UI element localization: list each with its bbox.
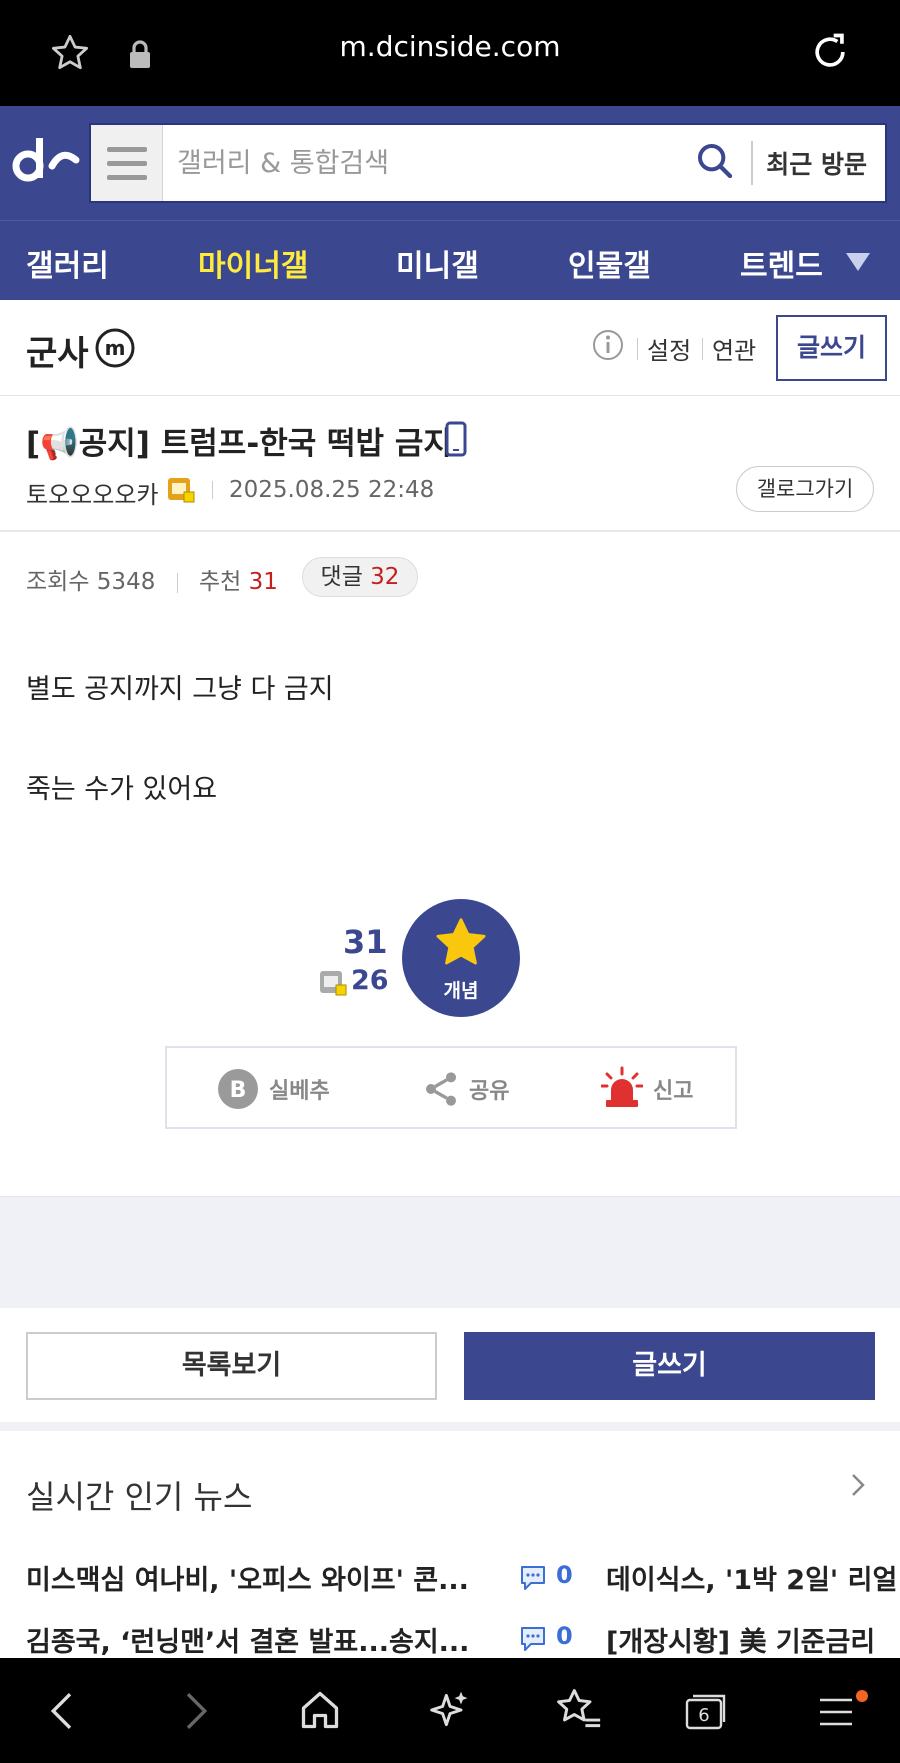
gallery-title-bar: 군사 m 설정 연관 글쓰기 bbox=[0, 300, 900, 396]
post-action-box: B 실베추 공유 신고 bbox=[165, 1046, 737, 1129]
settings-link[interactable]: 설정 bbox=[647, 331, 691, 366]
site-header: 최근 방문 bbox=[0, 106, 900, 220]
write-button-top[interactable]: 글쓰기 bbox=[776, 315, 887, 381]
forward-icon[interactable] bbox=[178, 1690, 212, 1732]
news-section-title: 실시간 인기 뉴스 bbox=[26, 1478, 253, 1516]
nav-item-minor-gallery[interactable]: 마이너갤 bbox=[198, 241, 308, 285]
recent-visit-button[interactable]: 최근 방문 bbox=[766, 145, 867, 181]
fixed-nick-icon bbox=[168, 478, 195, 503]
write-button[interactable]: 글쓰기 bbox=[464, 1332, 875, 1400]
reload-icon[interactable] bbox=[808, 30, 852, 74]
sparkle-icon[interactable] bbox=[428, 1688, 472, 1732]
divider bbox=[0, 530, 900, 532]
gallog-button[interactable]: 갤로그가기 bbox=[736, 466, 874, 512]
recommend-button[interactable]: 개념 bbox=[402, 899, 520, 1017]
search-box: 최근 방문 bbox=[89, 123, 887, 203]
main-nav: 갤러리 마이너갤 미니갤 인물갤 트렌드 bbox=[0, 220, 900, 300]
related-link[interactable]: 연관 bbox=[712, 331, 756, 366]
search-icon[interactable] bbox=[695, 141, 735, 181]
tab-count: 6 bbox=[698, 1705, 710, 1726]
nav-item-gallery[interactable]: 갤러리 bbox=[26, 241, 109, 285]
report-button[interactable]: 신고 bbox=[601, 1066, 731, 1112]
svg-text:m: m bbox=[105, 336, 126, 360]
chevron-right-icon[interactable] bbox=[848, 1470, 868, 1500]
comment-count-button[interactable]: 댓글 32 bbox=[302, 557, 418, 597]
menu-icon[interactable] bbox=[816, 1692, 856, 1732]
views-count: 5348 bbox=[96, 569, 156, 595]
fixed-nick-icon bbox=[320, 971, 347, 996]
news-item[interactable]: 데이식스, '1박 2일' 리얼 bbox=[606, 1558, 900, 1597]
comment-bubble-icon bbox=[521, 1566, 545, 1590]
browser-toolbar: m.dcinside.com bbox=[0, 0, 900, 106]
recommend-button-label: 개념 bbox=[443, 980, 479, 1002]
recommend-fixed-count: 26 bbox=[351, 965, 389, 996]
home-icon[interactable] bbox=[298, 1688, 342, 1732]
info-icon[interactable] bbox=[591, 328, 625, 362]
post-body-line: 별도 공지까지 그냥 다 금지 bbox=[26, 674, 334, 705]
b-icon: B bbox=[218, 1069, 258, 1109]
comment-count: 32 bbox=[370, 564, 400, 590]
address-bar-url[interactable]: m.dcinside.com bbox=[0, 30, 900, 63]
nav-dropdown-icon[interactable] bbox=[844, 251, 872, 273]
views-label: 조회수 bbox=[26, 569, 90, 595]
best-recommend-label: 실베추 bbox=[269, 1079, 330, 1104]
browser-bottom-bar: 6 bbox=[0, 1658, 900, 1763]
post-title: [📢공지] 트럼프-한국 떡밥 금지 bbox=[26, 426, 452, 462]
mobile-icon bbox=[445, 421, 467, 457]
comment-label: 댓글 bbox=[320, 564, 363, 590]
share-button[interactable]: 공유 bbox=[421, 1068, 571, 1112]
share-label: 공유 bbox=[469, 1079, 510, 1104]
news-item[interactable]: [개장시황] 美 기준금리 bbox=[606, 1620, 900, 1659]
news-comment-count: 0 bbox=[556, 1561, 573, 1589]
comment-bubble-icon bbox=[521, 1627, 545, 1651]
svg-text:B: B bbox=[230, 1078, 247, 1103]
list-view-button[interactable]: 목록보기 bbox=[26, 1332, 437, 1400]
tabs-button[interactable]: 6 bbox=[684, 1692, 730, 1732]
siren-icon bbox=[601, 1066, 643, 1107]
dcinside-logo[interactable] bbox=[12, 134, 84, 190]
bookmarks-icon[interactable] bbox=[554, 1686, 602, 1732]
divider bbox=[212, 481, 213, 499]
minor-gallery-badge-icon: m bbox=[95, 328, 135, 368]
divider bbox=[751, 141, 753, 185]
nav-item-trend[interactable]: 트렌드 bbox=[740, 241, 823, 285]
notification-dot bbox=[856, 1690, 868, 1702]
search-input[interactable] bbox=[177, 143, 637, 183]
gallery-title[interactable]: 군사 bbox=[26, 326, 89, 375]
nav-item-mini-gallery[interactable]: 미니갤 bbox=[396, 241, 479, 285]
best-recommend-button[interactable]: B 실베추 bbox=[217, 1068, 407, 1112]
post-stats: 조회수 5348 추천 31 bbox=[26, 562, 278, 596]
divider bbox=[0, 1422, 900, 1431]
recommend-count: 31 bbox=[248, 569, 278, 595]
recommend-label: 추천 bbox=[198, 569, 242, 595]
post-author[interactable]: 토오오오오카 bbox=[26, 475, 158, 510]
menu-button[interactable] bbox=[91, 125, 163, 201]
recommend-up-count: 31 bbox=[343, 923, 388, 961]
news-item[interactable]: 김종국, ‘런닝맨’서 결혼 발표...송지... bbox=[26, 1620, 476, 1659]
post-body-line: 죽는 수가 있어요 bbox=[26, 774, 218, 805]
divider bbox=[702, 338, 703, 360]
news-comment-count: 0 bbox=[556, 1622, 573, 1650]
report-label: 신고 bbox=[653, 1079, 694, 1104]
share-icon bbox=[426, 1072, 456, 1106]
ad-area bbox=[0, 1196, 900, 1308]
post-date: 2025.08.25 22:48 bbox=[229, 477, 435, 503]
star-icon bbox=[436, 918, 486, 965]
back-icon[interactable] bbox=[46, 1690, 80, 1732]
nav-item-person-gallery[interactable]: 인물갤 bbox=[568, 241, 651, 285]
divider bbox=[637, 338, 638, 360]
news-item[interactable]: 미스맥심 여나비, '오피스 와이프' 콘... bbox=[26, 1558, 476, 1597]
